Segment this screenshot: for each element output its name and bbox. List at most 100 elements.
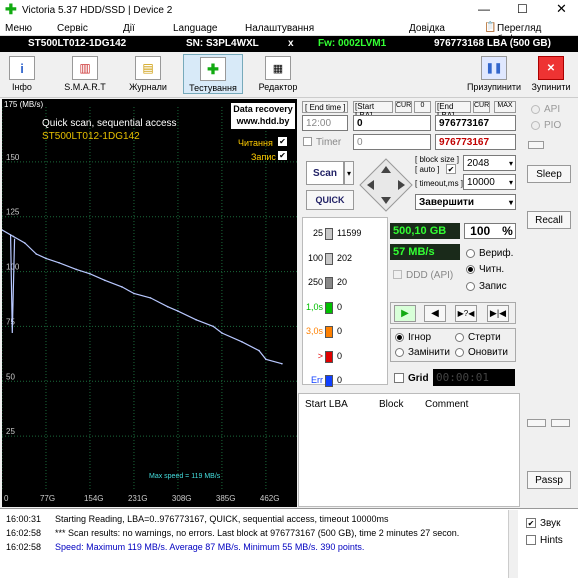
end-cur-button[interactable]: CUR bbox=[473, 101, 490, 113]
small-button-left[interactable] bbox=[527, 419, 546, 427]
timer-input[interactable]: 0 bbox=[353, 134, 431, 150]
log-panel: 16:00:31 Starting Reading, LBA=0..9767731… bbox=[0, 508, 520, 580]
finish-action-value: Завершити bbox=[419, 196, 475, 208]
scan-button[interactable]: Scan bbox=[306, 161, 344, 185]
erase-radio[interactable] bbox=[455, 333, 464, 342]
info-label: Інфо bbox=[12, 82, 32, 92]
stat-label: 100 bbox=[307, 252, 323, 263]
start-cur-button[interactable]: CUR bbox=[395, 101, 412, 113]
read-speed-point bbox=[121, 286, 123, 288]
block-size-select[interactable]: 2048 ▾ bbox=[463, 155, 516, 171]
ddd-checkbox[interactable] bbox=[393, 270, 402, 279]
write-legend-checkbox[interactable]: ✔ bbox=[278, 151, 287, 160]
info-button[interactable]: i Інфо bbox=[0, 56, 52, 92]
log-scrollbar[interactable] bbox=[508, 510, 518, 578]
smart-button[interactable]: ▥ S.M.A.R.T bbox=[55, 56, 115, 92]
chevron-down-icon: ▾ bbox=[508, 197, 513, 207]
editor-button[interactable]: ▦ Редактор bbox=[248, 56, 308, 92]
remap-label: Замінити bbox=[408, 347, 450, 358]
small-button-right[interactable] bbox=[551, 419, 570, 427]
passp-button[interactable]: Passp bbox=[527, 471, 571, 489]
sleep-button[interactable]: Sleep bbox=[527, 165, 571, 183]
grid-checkbox[interactable] bbox=[394, 373, 404, 383]
smart-icon: ▥ bbox=[72, 56, 98, 80]
stat-row: 250 20 bbox=[303, 277, 389, 291]
data-recovery-badge[interactable]: Data recovery www.hdd.by bbox=[231, 103, 295, 129]
maximize-icon[interactable]: ☐ bbox=[517, 2, 528, 16]
api-radio[interactable] bbox=[531, 105, 540, 114]
quick-button[interactable]: QUICK bbox=[306, 190, 354, 210]
y-tick-label: 50 bbox=[6, 372, 15, 381]
drive-firmware: Fw: 0002LVM1 bbox=[318, 38, 387, 49]
hints-checkbox[interactable] bbox=[526, 535, 536, 545]
stat-label: 25 bbox=[312, 228, 323, 238]
timer-checkbox[interactable] bbox=[303, 137, 312, 146]
log-time: 16:00:31 bbox=[6, 514, 42, 524]
logs-button[interactable]: ▤ Журнали bbox=[118, 56, 178, 92]
menu-bar: Меню Сервіс Дії Language Налаштування До… bbox=[0, 20, 578, 45]
refresh-radio[interactable] bbox=[455, 348, 464, 357]
speed-chart: 150 125 100 75 50 25 0 77G 154G 231G 308G 385G 462G … bbox=[2, 99, 297, 507]
scanned-size: 500,10 GB bbox=[390, 223, 460, 239]
col-comment: Comment bbox=[425, 399, 469, 410]
end-icon[interactable]: ▶|◀ bbox=[487, 305, 509, 322]
menu-item-settings[interactable]: Налаштування bbox=[245, 23, 314, 34]
defects-table: Start LBA Block Comment bbox=[298, 393, 520, 507]
rewind-icon[interactable]: ◀ bbox=[424, 305, 446, 322]
menu-item-language[interactable]: Language bbox=[173, 23, 218, 34]
sound-checkbox[interactable]: ✔ bbox=[526, 518, 536, 528]
play-icon[interactable]: ▶ bbox=[394, 305, 416, 322]
verify-radio[interactable] bbox=[466, 249, 475, 258]
stop-button[interactable]: ✕ Зупинити bbox=[521, 56, 578, 92]
stat-color-swatch bbox=[325, 252, 333, 265]
read-legend-checkbox[interactable]: ✔ bbox=[278, 137, 287, 146]
testing-button[interactable]: ✚ Тестування bbox=[183, 54, 243, 94]
read-radio[interactable] bbox=[466, 265, 475, 274]
minimize-icon[interactable]: — bbox=[478, 2, 490, 16]
close-drive-icon[interactable]: x bbox=[288, 38, 294, 49]
remap-radio[interactable] bbox=[395, 348, 404, 357]
end-lba-current: 976773167 bbox=[435, 134, 516, 150]
read-speed-point bbox=[45, 257, 47, 260]
menu-item-main[interactable]: Меню bbox=[5, 23, 32, 34]
y-tick-label: 25 bbox=[6, 427, 15, 436]
skip-icon[interactable]: ▶?◀ bbox=[455, 305, 477, 322]
direction-pad[interactable] bbox=[358, 157, 414, 213]
start-lba-header: [Start LBA] bbox=[353, 101, 393, 120]
auto-checkbox[interactable]: ✔ bbox=[446, 164, 456, 174]
log-message: *** Scan results: no warnings, no errors… bbox=[55, 528, 460, 538]
data-recovery-url: www.hdd.by bbox=[236, 116, 290, 126]
finish-action-select[interactable]: Завершити ▾ bbox=[415, 194, 516, 210]
small-button-top[interactable] bbox=[528, 141, 544, 149]
pause-button[interactable]: ❚❚ Призупинити bbox=[464, 56, 524, 92]
drive-info-bar: ST500LT012-1DG142 SN: S3PL4WXL x Fw: 000… bbox=[0, 36, 578, 52]
scan-dropdown-icon[interactable]: ▾ bbox=[344, 161, 354, 185]
data-recovery-text: Data recovery bbox=[233, 104, 293, 114]
end-max-button[interactable]: MAX bbox=[494, 101, 516, 113]
menu-item-service[interactable]: Сервіс bbox=[57, 23, 88, 34]
hints-label: Hints bbox=[540, 535, 563, 546]
menu-item-help[interactable]: Довідка bbox=[409, 23, 445, 34]
read-speed-line bbox=[2, 229, 283, 365]
timeout-select[interactable]: 10000 ▾ bbox=[463, 174, 516, 190]
pio-radio[interactable] bbox=[531, 121, 540, 130]
ignore-radio[interactable] bbox=[395, 333, 404, 342]
stat-row: Err 0 bbox=[303, 375, 389, 389]
close-icon[interactable]: ✕ bbox=[556, 1, 567, 17]
pio-label: PIO bbox=[544, 120, 562, 131]
end-time-input[interactable]: 12:00 bbox=[302, 115, 348, 131]
start-lba-input[interactable]: 0 bbox=[353, 115, 431, 131]
recall-button[interactable]: Recall bbox=[527, 211, 571, 229]
col-block: Block bbox=[379, 399, 404, 410]
end-lba-input[interactable]: 976773167 bbox=[435, 115, 516, 131]
progress-percent-unit: % bbox=[502, 224, 513, 238]
log-entry: 16:02:58 *** Scan results: no warnings, n… bbox=[6, 528, 506, 538]
write-radio[interactable] bbox=[466, 282, 475, 291]
logs-label: Журнали bbox=[129, 82, 167, 92]
title-bar: ✚ Victoria 5.37 HDD/SSD | Device 2 — ☐ ✕ bbox=[0, 0, 578, 20]
start-zero-button[interactable]: 0 bbox=[414, 101, 431, 113]
read-speed-point bbox=[265, 358, 267, 361]
stat-color-swatch bbox=[325, 326, 333, 338]
stat-color-swatch bbox=[325, 228, 333, 240]
menu-item-actions[interactable]: Дії bbox=[123, 23, 135, 34]
